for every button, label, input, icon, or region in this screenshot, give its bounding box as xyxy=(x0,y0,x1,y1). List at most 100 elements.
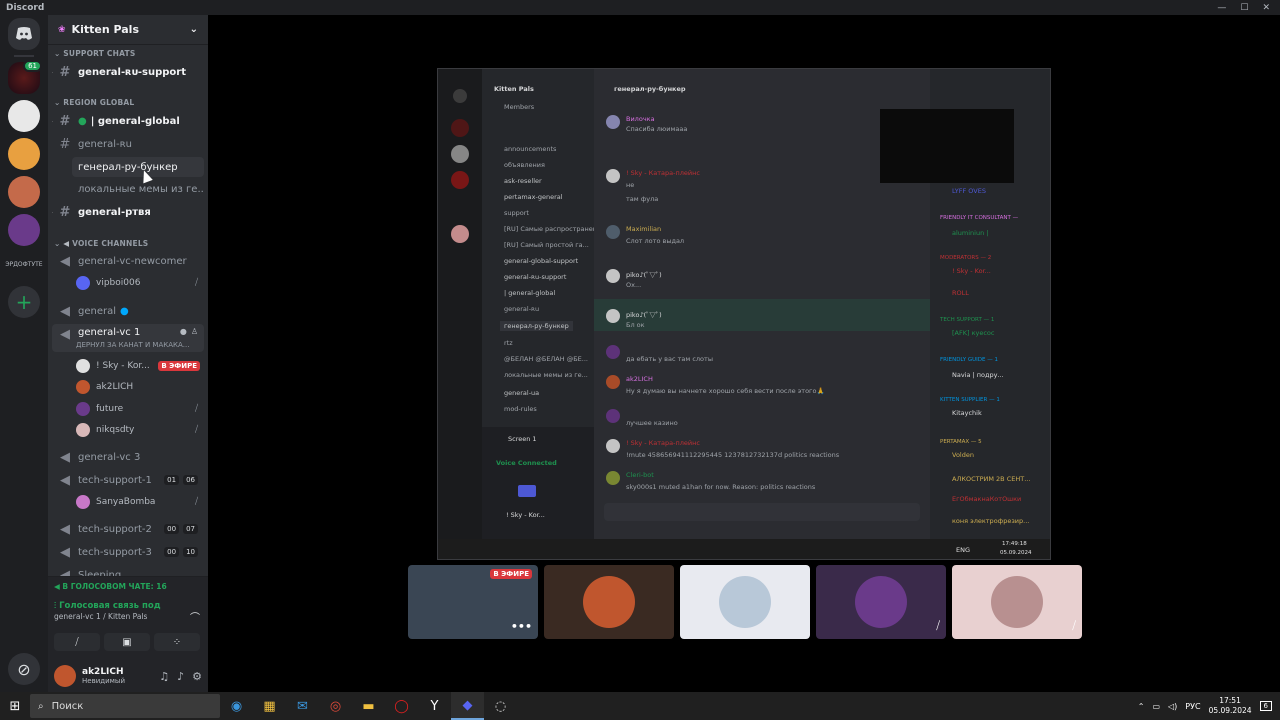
channel-general-ru-support[interactable]: ▶#general-ʀᴜ-support xyxy=(52,62,204,82)
network-icon[interactable]: ▭ xyxy=(1152,702,1160,711)
search-placeholder: Поиск xyxy=(51,700,84,712)
channel-general-global[interactable]: ▶#●| general-global xyxy=(52,111,204,131)
deafened-icon: ⧸ xyxy=(936,619,940,632)
speaker-icon: ◀ xyxy=(60,253,70,269)
server-kitten-pals[interactable]: 61 xyxy=(8,60,42,94)
edge-icon[interactable]: ◉ xyxy=(220,692,253,720)
screen-share-button[interactable]: ▣ xyxy=(104,633,150,651)
search-icon: ⌕ xyxy=(38,700,44,712)
taskbar-clock[interactable]: 17:51 05.09.2024 xyxy=(1209,696,1252,716)
folder-icon[interactable]: ▬ xyxy=(352,692,385,720)
notification-icon[interactable]: 6 xyxy=(1259,701,1272,711)
activities-button[interactable]: ⁘ xyxy=(154,633,200,651)
deafened-icon: ⧸ xyxy=(194,278,198,288)
voice-user-vipboi006[interactable]: vipboi006 ⧸ xyxy=(76,274,204,292)
speaker-icon: ◀ xyxy=(60,544,70,560)
yandex-icon[interactable]: Y xyxy=(418,692,451,720)
avatar xyxy=(76,402,90,416)
microphone-icon[interactable]: ♫ xyxy=(159,670,169,683)
speaker-icon: ◀ xyxy=(60,472,70,488)
participant-tile-nikqsdty[interactable]: ⧸ xyxy=(952,565,1082,639)
system-tray: ⌃ ▭ ◁) РУС 17:51 05.09.2024 6 xyxy=(1138,696,1280,716)
avatar xyxy=(76,276,90,290)
user-info[interactable]: ak2LICH Невидимый xyxy=(82,667,125,685)
voice-user-ak2lich[interactable]: ak2LICH xyxy=(76,378,204,396)
guild-header[interactable]: ❀ Kitten Pals ⌄ xyxy=(48,15,208,45)
avatar[interactable] xyxy=(54,665,76,687)
server-icon-4[interactable] xyxy=(8,176,40,208)
shared-screen[interactable]: Kitten Pals Members announcements объявл… xyxy=(437,68,1051,560)
channel-general-ru[interactable]: # general-ʀu xyxy=(52,134,204,154)
voice-chat-count[interactable]: ◀ В ГОЛОСОВОМ ЧАТЕ: 16 xyxy=(48,577,208,591)
voice-channel-vc3[interactable]: ◀ general-vc 3 xyxy=(52,447,204,467)
voice-user-sanyabomba[interactable]: SanyaBomba ⧸ xyxy=(76,493,204,511)
voice-channel-general[interactable]: ◀ general ● xyxy=(52,301,204,321)
voice-connected-label[interactable]: ⫶ Голосовая связь под xyxy=(48,591,208,611)
discord-home-button[interactable] xyxy=(8,18,40,50)
volume-icon[interactable]: ◁) xyxy=(1168,702,1177,711)
gear-icon[interactable]: ⚙ xyxy=(192,670,202,683)
discord-logo-icon xyxy=(16,27,32,40)
maximize-icon[interactable]: ☐ xyxy=(1240,3,1248,13)
discord-taskbar-icon[interactable]: ◆ xyxy=(451,692,484,720)
window-title: Discord xyxy=(6,2,45,13)
add-user-icon[interactable]: ♙ xyxy=(191,327,198,336)
compass-icon: ⊘ xyxy=(17,659,31,679)
category-region[interactable]: ⌄ REGION GLOBAL xyxy=(54,98,134,107)
disconnect-icon[interactable]: ⌒ xyxy=(190,609,200,624)
voice-channel-tech1[interactable]: ◀ tech-support-1 01 06 xyxy=(52,470,204,490)
voice-user-nikqsdty[interactable]: nikqsdty ⧸ xyxy=(76,421,204,439)
voice-user-sky[interactable]: ! Sky - Kor... В ЭФИРЕ xyxy=(76,357,204,375)
camera-off-button[interactable]: ⧸ xyxy=(54,633,100,651)
server-icon-3[interactable] xyxy=(8,138,40,170)
server-icon-5[interactable] xyxy=(8,214,40,246)
voice-panel: ◀ В ГОЛОСОВОМ ЧАТЕ: 16 ⫶ Голосовая связь… xyxy=(48,576,208,660)
taskbar-search[interactable]: ⌕ Поиск xyxy=(30,694,220,718)
hash-icon: # xyxy=(59,136,71,152)
add-server-button[interactable]: + xyxy=(8,286,40,318)
windows-logo-icon: ⊞ xyxy=(9,698,21,714)
rocket-icon: ⁘ xyxy=(172,636,182,648)
chevron-down-icon[interactable]: ⌄ xyxy=(190,24,198,35)
chat-icon[interactable]: ● xyxy=(180,327,187,336)
camera-off-icon: ⧸ xyxy=(75,636,79,648)
participant-tile-ak2lich[interactable] xyxy=(544,565,674,639)
more-icon[interactable]: ••• xyxy=(511,620,532,633)
category-voice[interactable]: ⌄ ◀ VOICE CHANNELS xyxy=(54,239,148,248)
voice-channel-newcomer[interactable]: ◀ general-vc-newcomer xyxy=(52,251,204,271)
headphones-icon[interactable]: ♪ xyxy=(177,670,184,683)
obs-icon[interactable]: ◌ xyxy=(484,692,517,720)
server-icon-2[interactable] xyxy=(8,100,40,132)
live-badge: В ЭФИРЕ xyxy=(490,569,532,579)
participant-tile-sky[interactable] xyxy=(680,565,810,639)
thread-local-memes[interactable]: локальные мемы из ге... xyxy=(72,179,204,199)
rail-divider xyxy=(14,55,34,57)
thread-general-ru-bunker[interactable]: ▶генерал-ру-бункер xyxy=(72,157,204,177)
clock-date: 05.09.2024 xyxy=(1208,706,1252,715)
voice-channel-tech2[interactable]: ◀ tech-support-2 00 07 xyxy=(52,519,204,539)
start-button[interactable]: ⊞ xyxy=(0,692,30,720)
deafened-icon: ⧸ xyxy=(194,425,198,435)
voice-location[interactable]: general-vc 1 / Kitten Pals xyxy=(48,611,208,622)
mail-icon[interactable]: ✉ xyxy=(286,692,319,720)
minimize-icon[interactable]: — xyxy=(1217,3,1226,13)
unread-badge: 61 xyxy=(23,60,42,72)
voice-channel-tech3[interactable]: ◀ tech-support-3 00 10 xyxy=(52,542,204,562)
opera-icon[interactable]: ◯ xyxy=(385,692,418,720)
server-rail: 61 ЭРДОФТУТЕ + ⊘ xyxy=(0,15,48,692)
channel-general-rtvya[interactable]: ▶#general-ртвя xyxy=(52,202,204,222)
discover-button[interactable]: ⊘ xyxy=(8,653,40,685)
store-icon[interactable]: ▦ xyxy=(253,692,286,720)
participant-tile-stream[interactable]: В ЭФИРЕ ••• xyxy=(408,565,538,639)
server-label: ЭРДОФТУТЕ xyxy=(5,261,43,268)
category-support[interactable]: ⌄ SUPPORT CHATS xyxy=(54,49,135,58)
voice-user-future[interactable]: future ⧸ xyxy=(76,400,204,418)
language-indicator[interactable]: РУС xyxy=(1185,702,1200,711)
chevron-up-icon[interactable]: ⌃ xyxy=(1138,702,1145,711)
avatar xyxy=(76,423,90,437)
close-icon[interactable]: ✕ xyxy=(1262,3,1270,13)
participant-tile-future[interactable]: ⧸ xyxy=(816,565,946,639)
deafened-icon: ⧸ xyxy=(194,497,198,507)
speaker-icon: ◀ xyxy=(60,327,70,342)
chrome-icon[interactable]: ◎ xyxy=(319,692,352,720)
